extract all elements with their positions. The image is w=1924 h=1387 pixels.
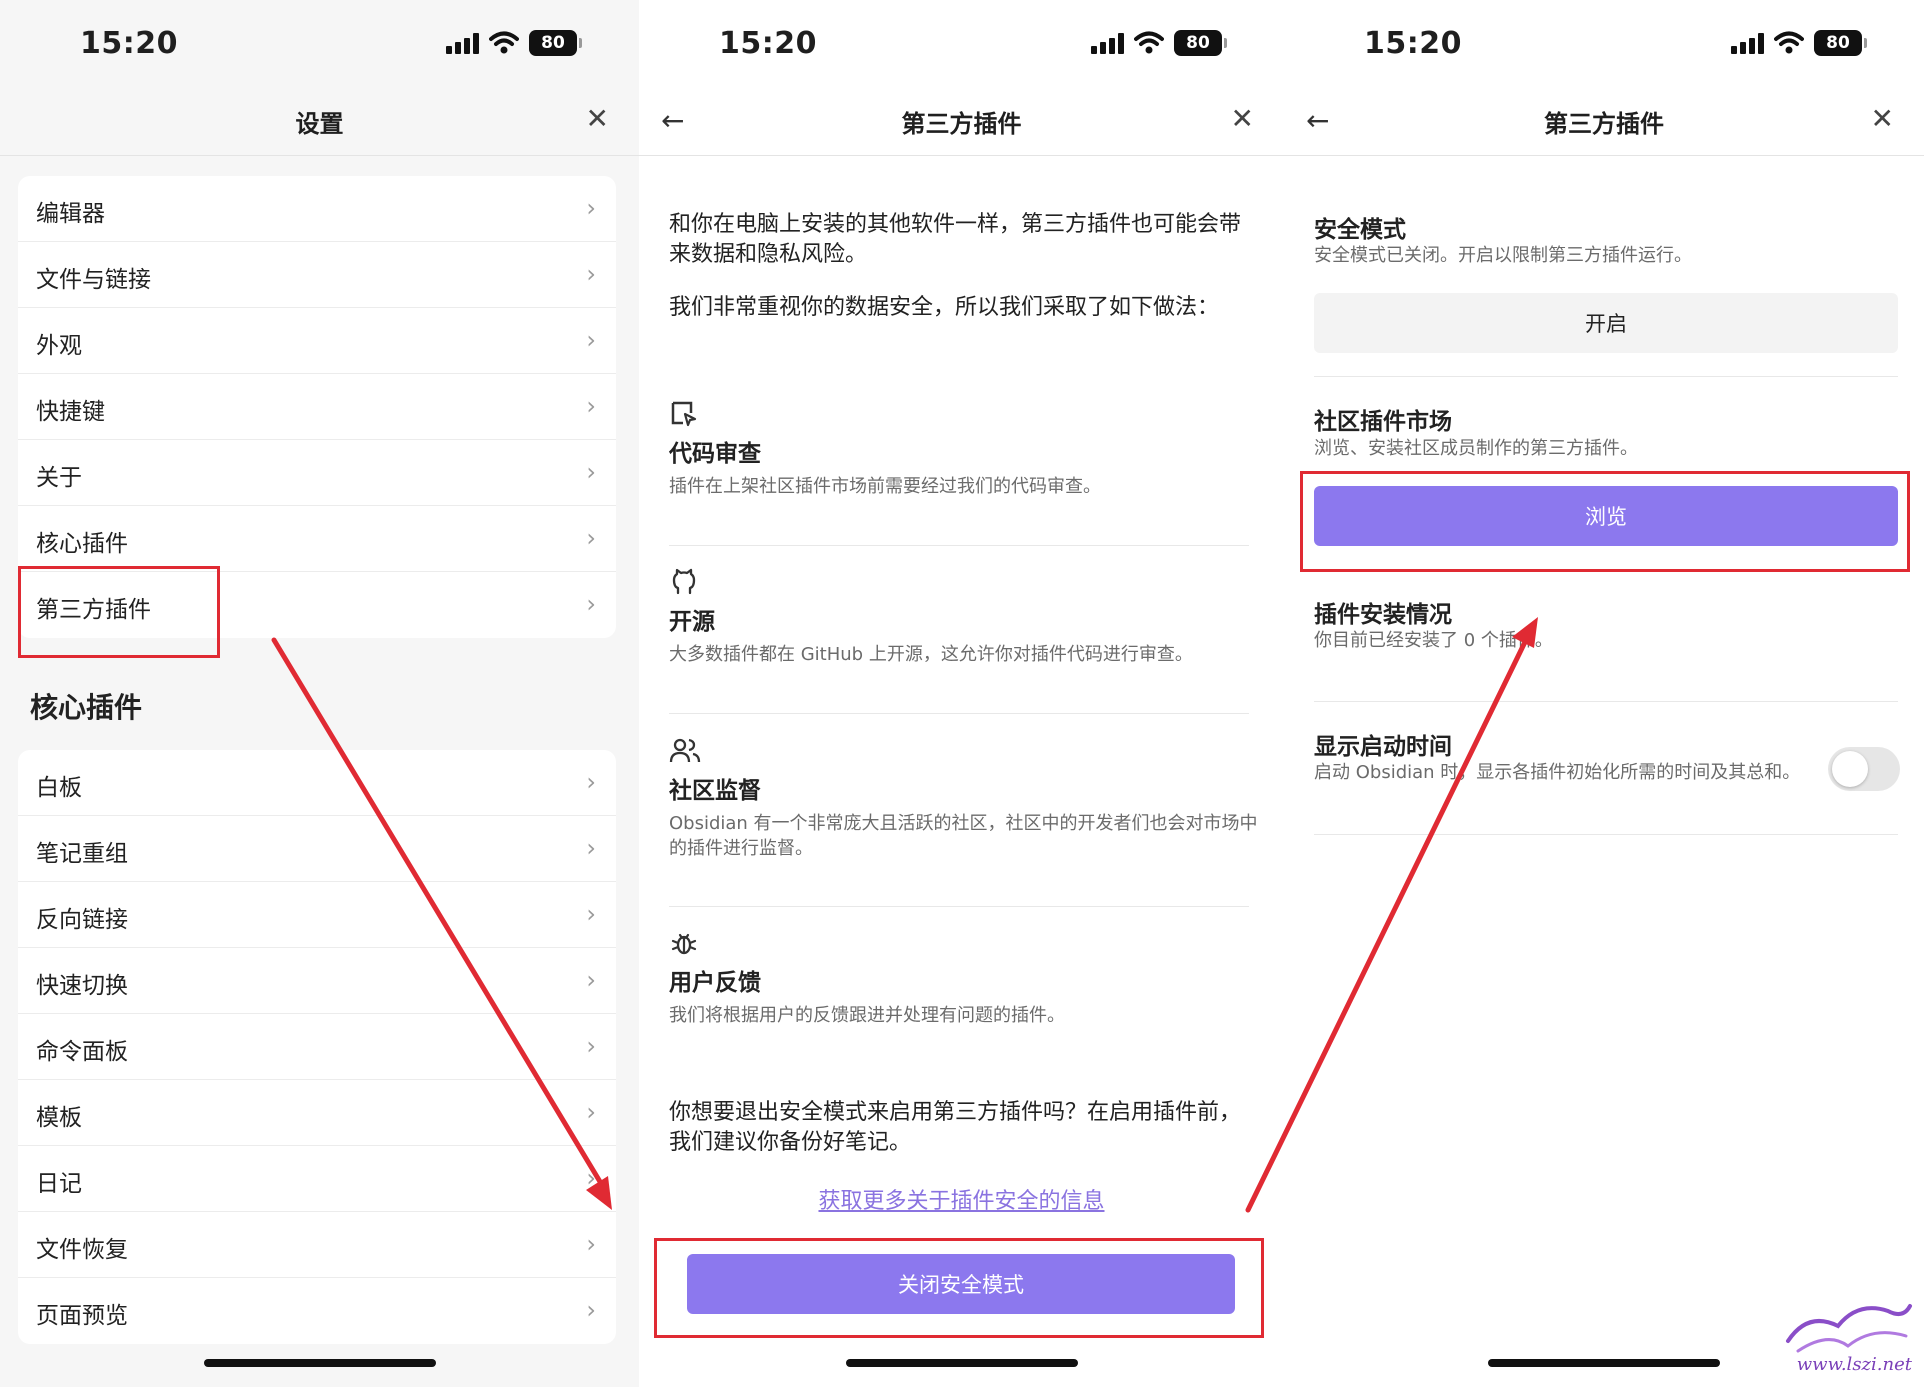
safe-mode-title: 安全模式 xyxy=(1314,217,1406,243)
installed-plugins-title: 插件安装情况 xyxy=(1314,602,1452,628)
highlight-box-community-plugins xyxy=(18,566,220,658)
settings-item-appearance[interactable]: 外观 › xyxy=(18,308,616,374)
startup-time-description: 启动 Obsidian 时，显示各插件初始化所需的时间及其总和。 xyxy=(1314,762,1801,783)
battery-icon: 80 xyxy=(1814,30,1867,56)
divider xyxy=(669,545,1249,546)
settings-item-page-preview[interactable]: 页面预览 › xyxy=(18,1278,616,1344)
chevron-right-icon: › xyxy=(586,1164,596,1192)
status-bar: 15:20 80 xyxy=(1284,0,1924,86)
wifi-icon xyxy=(1774,31,1804,54)
chevron-right-icon: › xyxy=(586,1296,596,1324)
watermark-dragon-icon xyxy=(1786,1304,1912,1353)
section-title-core-plugins: 核心插件 xyxy=(30,691,143,724)
watermark-logo: www.lszi.net xyxy=(1778,1291,1918,1381)
settings-item-core-plugins[interactable]: 核心插件 › xyxy=(18,506,616,572)
settings-item-backlinks[interactable]: 反向链接 › xyxy=(18,882,616,948)
status-time: 15:20 xyxy=(80,26,178,61)
turn-on-safe-mode-button[interactable]: 开启 xyxy=(1314,293,1898,353)
highlight-box-turn-off-safe-mode xyxy=(654,1238,1264,1338)
chevron-right-icon: › xyxy=(586,458,596,486)
status-time: 15:20 xyxy=(1364,26,1462,61)
chevron-right-icon: › xyxy=(586,194,596,222)
feature-code-review: 代码审查 插件在上架社区插件市场前需要经过我们的代码审查。 xyxy=(669,398,1259,499)
close-icon[interactable]: ✕ xyxy=(586,102,609,135)
settings-item-about[interactable]: 关于 › xyxy=(18,440,616,506)
close-icon[interactable]: ✕ xyxy=(1231,102,1254,135)
chevron-right-icon: › xyxy=(586,1032,596,1060)
github-icon xyxy=(672,568,696,595)
signal-icon xyxy=(1091,32,1124,54)
chevron-right-icon: › xyxy=(586,260,596,288)
settings-item-command-palette[interactable]: 命令面板 › xyxy=(18,1014,616,1080)
settings-screen: 15:20 80 设置 ✕ 编辑器 › 文件与链接 › 外观 › 快捷键 › 关于 › 核… xyxy=(0,0,639,1387)
community-market-title: 社区插件市场 xyxy=(1314,409,1452,435)
feature-open-source: 开源 大多数插件都在 GitHub 上开源，这允许你对插件代码进行审查。 xyxy=(669,566,1259,667)
status-bar: 15:20 80 xyxy=(0,0,639,86)
highlight-box-browse xyxy=(1300,471,1910,572)
page-title: 第三方插件 xyxy=(1544,110,1664,138)
page-title: 第三方插件 xyxy=(901,110,1022,138)
close-icon[interactable]: ✕ xyxy=(1871,102,1894,135)
settings-item-canvas[interactable]: 白板 › xyxy=(18,750,616,816)
chevron-right-icon: › xyxy=(586,834,596,862)
page-title: 设置 xyxy=(295,110,344,138)
nav-bar: 设置 ✕ xyxy=(0,86,639,156)
signal-icon xyxy=(1731,32,1764,54)
community-plugins-safety-screen: 15:20 80 ← 第三方插件 ✕ 和你在电脑上安装的其他软件一样，第三方插件… xyxy=(639,0,1284,1387)
users-icon xyxy=(669,738,701,763)
plugin-security-info-link[interactable]: 获取更多关于插件安全的信息 xyxy=(639,1183,1284,1215)
wifi-icon xyxy=(489,31,519,54)
status-bar: 15:20 80 xyxy=(639,0,1284,86)
chevron-right-icon: › xyxy=(586,590,596,618)
divider xyxy=(1314,376,1898,377)
home-indicator xyxy=(1488,1359,1720,1367)
installed-plugins-description: 你目前已经安装了 0 个插件。 xyxy=(1314,630,1553,651)
chevron-right-icon: › xyxy=(586,392,596,420)
settings-item-editor[interactable]: 编辑器 › xyxy=(18,176,616,242)
chevron-right-icon: › xyxy=(586,1098,596,1126)
battery-icon: 80 xyxy=(1174,30,1227,56)
battery-icon: 80 xyxy=(529,30,582,56)
code-review-icon xyxy=(671,401,697,427)
chevron-right-icon: › xyxy=(586,768,596,796)
safe-mode-description: 安全模式已关闭。开启以限制第三方插件运行。 xyxy=(1314,245,1692,266)
feature-community-oversight: 社区监督 Obsidian 有一个非常庞大且活跃的社区，社区中的开发者们也会对市… xyxy=(669,735,1259,861)
divider xyxy=(1314,701,1898,702)
watermark-text: www.lszi.net xyxy=(1796,1354,1912,1375)
settings-item-daily-notes[interactable]: 日记 › xyxy=(18,1146,616,1212)
nav-bar: ← 第三方插件 ✕ xyxy=(1284,86,1924,156)
bug-icon xyxy=(671,933,697,955)
settings-item-file-recovery[interactable]: 文件恢复 › xyxy=(18,1212,616,1278)
nav-bar: ← 第三方插件 ✕ xyxy=(639,86,1284,156)
settings-item-files-links[interactable]: 文件与链接 › xyxy=(18,242,616,308)
divider xyxy=(669,713,1249,714)
exit-safe-mode-question: 你想要退出安全模式来启用第三方插件吗？在启用插件前，我们建议你备份好笔记。 xyxy=(669,1100,1242,1155)
home-indicator xyxy=(845,1359,1078,1367)
divider xyxy=(1314,834,1898,835)
intro-text-measures: 我们非常重视你的数据安全，所以我们采取了如下做法： xyxy=(669,295,1220,320)
core-plugins-group: 白板 › 笔记重组 › 反向链接 › 快速切换 › 命令面板 › 模板 › 日记 › 文件恢复… xyxy=(18,750,616,1344)
settings-item-hotkeys[interactable]: 快捷键 › xyxy=(18,374,616,440)
feature-user-feedback: 用户反馈 我们将根据用户的反馈跟进并处理有问题的插件。 xyxy=(669,927,1259,1028)
chevron-right-icon: › xyxy=(586,966,596,994)
chevron-right-icon: › xyxy=(586,900,596,928)
startup-time-title: 显示启动时间 xyxy=(1314,734,1452,760)
settings-item-quick-switcher[interactable]: 快速切换 › xyxy=(18,948,616,1014)
community-plugins-screen: 15:20 80 ← 第三方插件 ✕ 安全模式 安全模式已关闭。开启以限制第三方… xyxy=(1284,0,1924,1387)
startup-time-toggle[interactable] xyxy=(1828,747,1900,791)
settings-item-templates[interactable]: 模板 › xyxy=(18,1080,616,1146)
community-market-description: 浏览、安装社区成员制作的第三方插件。 xyxy=(1314,438,1638,459)
chevron-right-icon: › xyxy=(586,1230,596,1258)
chevron-right-icon: › xyxy=(586,326,596,354)
settings-item-note-composer[interactable]: 笔记重组 › xyxy=(18,816,616,882)
chevron-right-icon: › xyxy=(586,524,596,552)
status-time: 15:20 xyxy=(719,26,817,61)
intro-text-risk: 和你在电脑上安装的其他软件一样，第三方插件也可能会带来数据和隐私风险。 xyxy=(669,212,1242,267)
home-indicator xyxy=(203,1359,436,1367)
divider xyxy=(669,906,1249,907)
wifi-icon xyxy=(1134,31,1164,54)
signal-icon xyxy=(446,32,479,54)
toggle-knob xyxy=(1832,751,1868,787)
